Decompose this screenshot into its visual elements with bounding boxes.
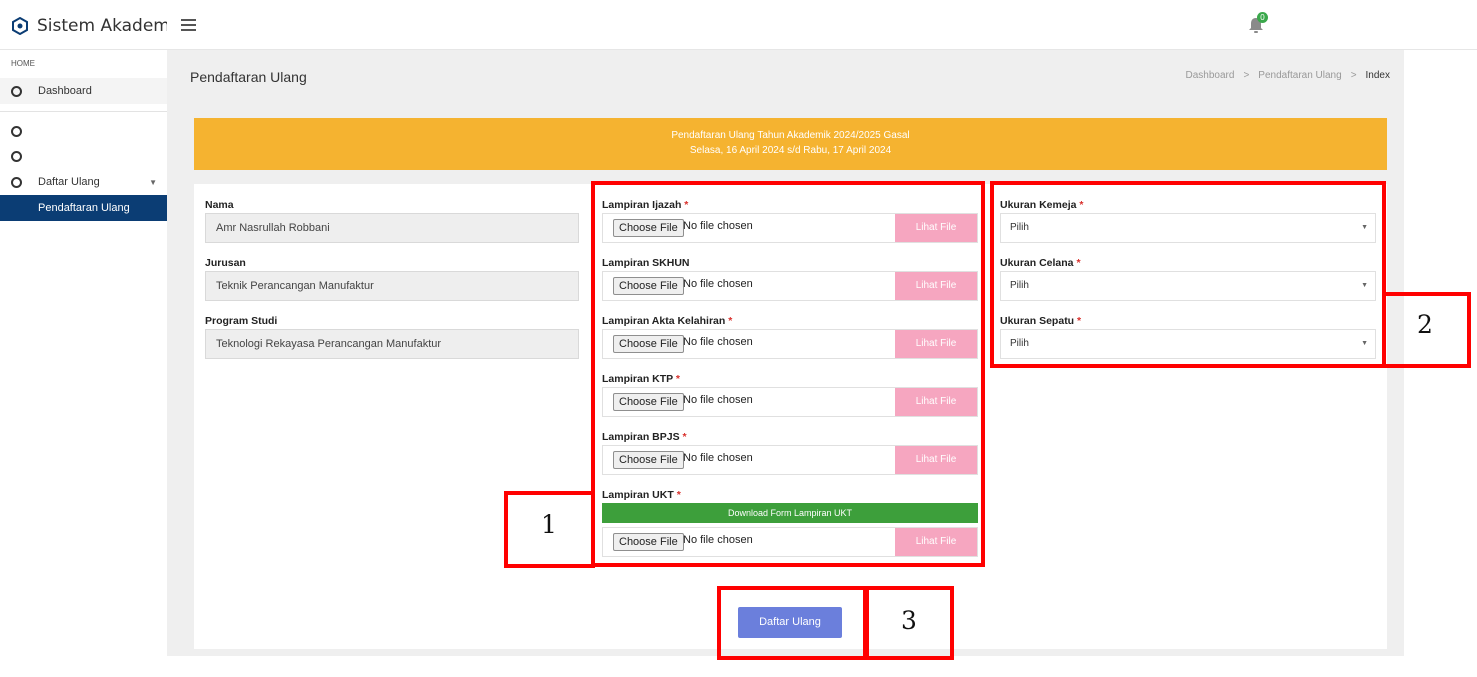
brand[interactable]: Sistem Akademik [12,15,167,37]
banner-title: Pendaftaran Ulang Tahun Akademik 2024/20… [671,130,910,141]
nama-field: Amr Nasrullah Robbani [205,213,579,243]
sidebar: HOME Dashboard Daftar Ulang ▼ Pendaftara… [0,50,167,677]
sidebar-item-daftar-ulang[interactable]: Daftar Ulang ▼ [0,169,167,195]
sidebar-section-label: HOME [11,59,35,68]
nama-label: Nama [205,199,234,211]
callout-number-3: 3 [901,606,917,635]
circle-icon [11,125,22,137]
program-studi-label: Program Studi [205,315,278,327]
breadcrumb-separator: > [1243,70,1250,81]
top-bar: Sistem Akademik 0 [0,0,1477,50]
breadcrumb-dashboard[interactable]: Dashboard [1186,70,1235,81]
sidebar-item-label: Dashboard [38,85,92,97]
hamburger-menu-icon[interactable] [181,19,196,31]
breadcrumb-pendaftaran-ulang[interactable]: Pendaftaran Ulang [1258,70,1341,81]
callout-number-2: 2 [1417,310,1433,339]
sidebar-divider [0,111,167,112]
breadcrumb: Dashboard > Pendaftaran Ulang > Index [1186,70,1390,81]
callout-box-sizes [990,181,1386,368]
callout-box-submit [717,586,867,660]
jurusan-field: Teknik Perancangan Manufaktur [205,271,579,301]
logo-icon [12,17,28,35]
sidebar-item-blank-1[interactable] [0,118,167,144]
callout-box-attachments [591,181,985,567]
registration-period-banner: Pendaftaran Ulang Tahun Akademik 2024/20… [194,118,1387,170]
sidebar-item-pendaftaran-ulang[interactable]: Pendaftaran Ulang [0,195,167,221]
page-title: Pendaftaran Ulang [190,69,307,85]
notification-button[interactable]: 0 [1246,12,1276,38]
app-title: Sistem Akademik [37,16,167,36]
notification-badge: 0 [1257,12,1268,23]
circle-icon [11,150,22,162]
program-studi-field: Teknologi Rekayasa Perancangan Manufaktu… [205,329,579,359]
circle-icon [11,176,22,188]
breadcrumb-current: Index [1365,70,1390,81]
breadcrumb-separator: > [1350,70,1357,81]
banner-dates: Selasa, 16 April 2024 s/d Rabu, 17 April… [689,145,892,156]
jurusan-label: Jurusan [205,257,246,269]
circle-icon [11,85,22,97]
sidebar-item-label: Daftar Ulang [38,176,100,188]
callout-number-1: 1 [541,510,557,539]
sidebar-item-dashboard[interactable]: Dashboard [0,78,167,104]
sidebar-item-blank-2[interactable] [0,143,167,169]
chevron-down-icon: ▼ [149,177,157,187]
